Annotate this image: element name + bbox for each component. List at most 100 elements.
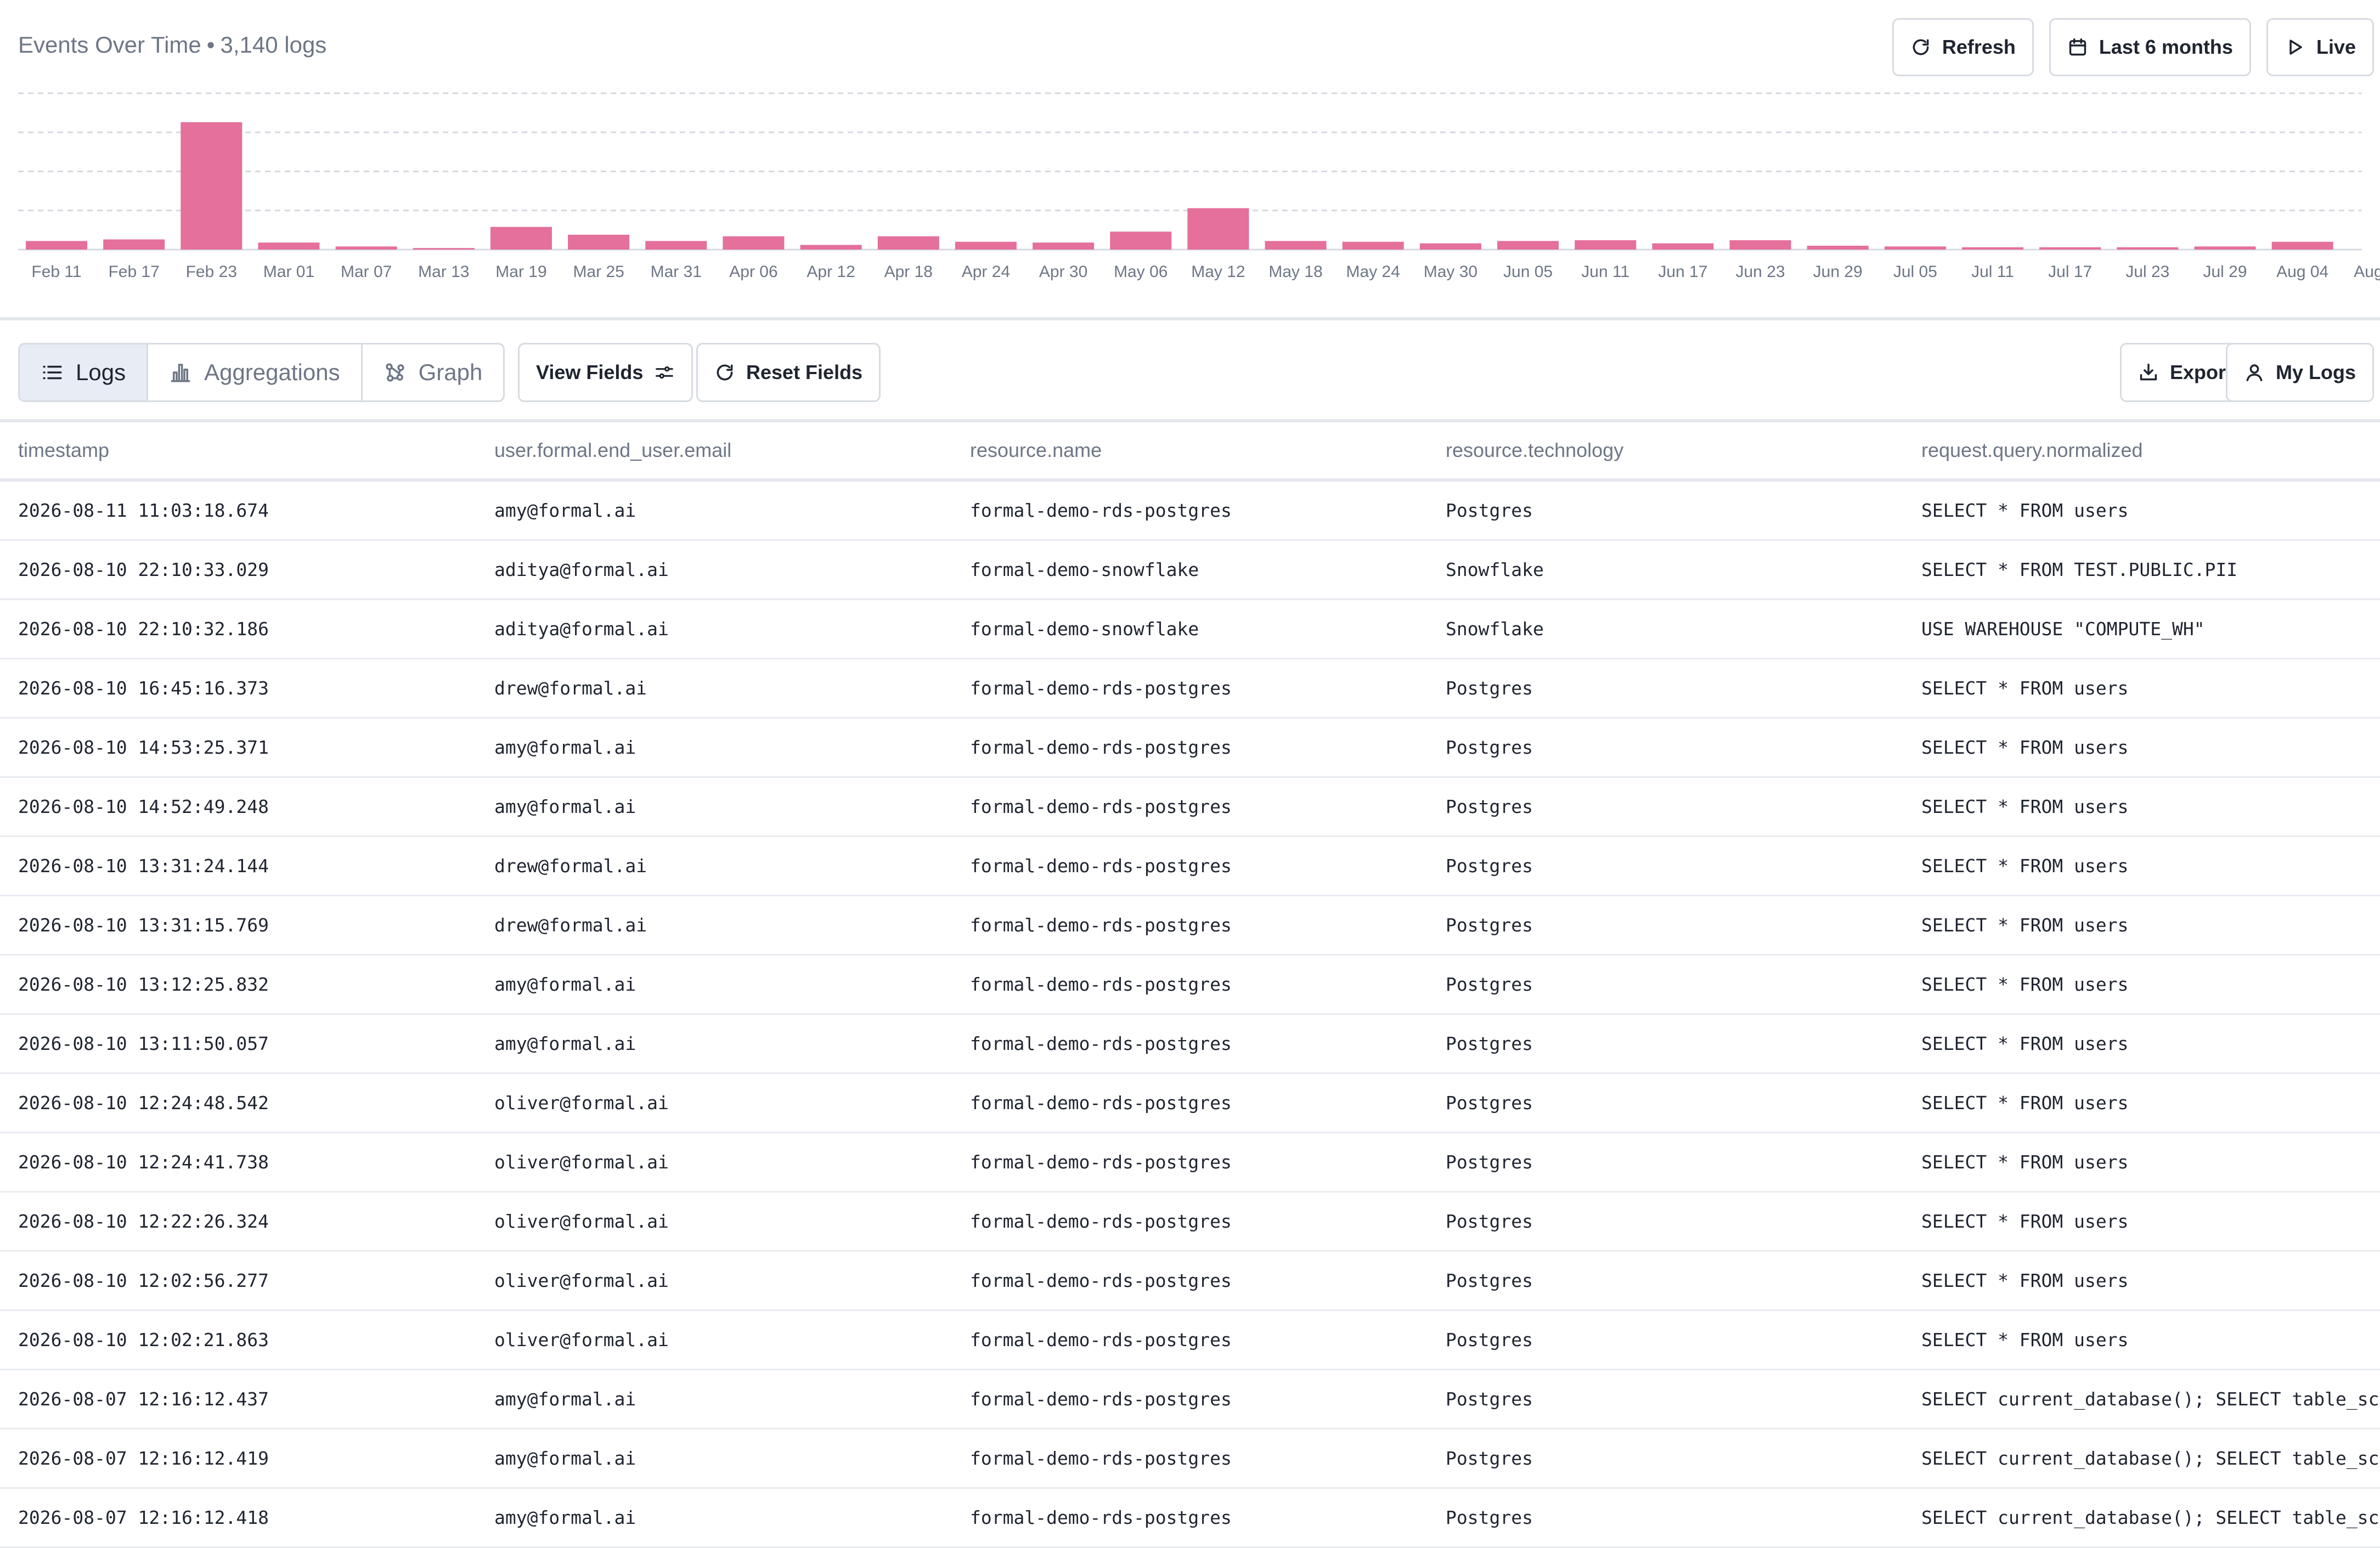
column-header-resource-technology[interactable]: resource.technology: [1427, 439, 1903, 462]
query-cell: SELECT current_database(); SELECT table_…: [1921, 1388, 2379, 1410]
technology-cell: Postgres: [1446, 677, 1533, 699]
tab-graph[interactable]: Graph: [363, 344, 504, 400]
table-row[interactable]: 2026-08-10 13:11:50.057 amy@formal.ai form…: [0, 1015, 2380, 1074]
email-cell: drew@formal.ai: [494, 914, 647, 936]
table-row[interactable]: 2026-08-10 12:24:41.738 oliver@formal.ai f…: [0, 1133, 2380, 1193]
tab-logs[interactable]: Logs: [20, 344, 149, 400]
technology-cell: Postgres: [1446, 1033, 1533, 1054]
table-row[interactable]: 2026-08-10 13:12:25.832 amy@formal.ai form…: [0, 956, 2380, 1015]
chart-bar[interactable]: [1033, 242, 1095, 250]
chart-bar[interactable]: [413, 248, 475, 250]
chart-bar[interactable]: [955, 241, 1017, 250]
email-cell: amy@formal.ai: [494, 1033, 636, 1054]
query-cell: SELECT * FROM users: [1921, 500, 2129, 521]
export-label: Export: [2169, 361, 2232, 383]
table-row[interactable]: 2026-08-10 22:10:32.186 aditya@formal.ai f…: [0, 600, 2380, 659]
timestamp-cell: 2026-08-10 22:10:32.186: [18, 618, 269, 640]
query-cell: SELECT * FROM users: [1921, 1270, 2129, 1291]
technology-cell: Snowflake: [1446, 618, 1544, 640]
chart-bar[interactable]: [1884, 246, 1946, 250]
chart-bar[interactable]: [1187, 208, 1249, 250]
chart-bar[interactable]: [1807, 245, 1869, 250]
table-row[interactable]: 2026-08-10 13:31:24.144 drew@formal.ai for…: [0, 837, 2380, 896]
chart-bar[interactable]: [723, 236, 785, 250]
my-logs-button[interactable]: My Logs: [2225, 343, 2374, 402]
chart-bar[interactable]: [258, 242, 320, 250]
x-tick-label: Mar 19: [495, 263, 546, 281]
timestamp-cell: 2026-08-10 12:24:41.738: [18, 1151, 269, 1173]
events-bar-chart: Feb 11 Feb 17 Feb 23 Mar 01 Mar 07 Mar 13 Mar …: [18, 92, 2380, 281]
chart-bar[interactable]: [26, 241, 87, 250]
resource-name-cell: formal-demo-rds-postgres: [970, 1092, 1232, 1114]
x-tick-label: Apr 30: [1039, 263, 1087, 281]
chart-bar[interactable]: [1419, 243, 1481, 250]
chart-bar[interactable]: [181, 122, 242, 250]
column-header-resource-name[interactable]: resource.name: [951, 439, 1427, 462]
chart-bar[interactable]: [1497, 241, 1559, 250]
table-row[interactable]: 2026-08-10 13:31:15.769 drew@formal.ai for…: [0, 896, 2380, 956]
email-cell: oliver@formal.ai: [494, 1211, 669, 1232]
chart-bar[interactable]: [2117, 247, 2179, 250]
list-icon: [43, 365, 62, 380]
resource-name-cell: formal-demo-rds-postgres: [970, 737, 1232, 758]
timestamp-cell: 2026-08-07 12:16:12.437: [18, 1388, 269, 1410]
reset-fields-button[interactable]: Reset Fields: [696, 343, 881, 402]
chart-bar[interactable]: [1110, 231, 1172, 250]
technology-cell: Postgres: [1446, 974, 1533, 995]
chart-bar[interactable]: [568, 234, 630, 250]
chart-bar[interactable]: [1962, 247, 2024, 250]
x-tick-label: Jul 05: [1893, 263, 1937, 281]
x-tick-label: Mar 31: [651, 263, 702, 281]
chart-bar[interactable]: [1342, 241, 1404, 250]
table-row[interactable]: 2026-08-10 12:02:56.277 oliver@formal.ai f…: [0, 1252, 2380, 1311]
tab-aggregations[interactable]: Aggregations: [148, 344, 363, 400]
table-row[interactable]: 2026-08-10 12:02:21.863 oliver@formal.ai f…: [0, 1311, 2380, 1370]
x-tick-label: Feb 17: [108, 263, 159, 281]
tab-graph-label: Graph: [418, 359, 483, 385]
query-cell: SELECT current_database(); SELECT table_…: [1921, 1507, 2379, 1528]
chart-bar[interactable]: [1265, 241, 1327, 250]
table-row[interactable]: 2026-08-07 12:16:12.419 amy@formal.ai form…: [0, 1430, 2380, 1489]
chart-bar[interactable]: [490, 227, 552, 250]
column-header-timestamp[interactable]: timestamp: [0, 439, 476, 462]
view-fields-button[interactable]: View Fields: [518, 343, 693, 402]
timestamp-cell: 2026-08-10 16:45:16.373: [18, 677, 269, 699]
chart-bar[interactable]: [2039, 247, 2101, 250]
my-logs-label: My Logs: [2275, 361, 2356, 383]
column-header-query[interactable]: request.query.normalized: [1903, 439, 2380, 462]
live-button[interactable]: Live: [2266, 18, 2374, 76]
table-row[interactable]: 2026-08-10 14:53:25.371 amy@formal.ai form…: [0, 719, 2380, 778]
table-row[interactable]: 2026-08-10 22:10:33.029 aditya@formal.ai f…: [0, 541, 2380, 600]
x-tick-label: Mar 07: [341, 263, 392, 281]
time-range-button[interactable]: Last 6 months: [2049, 18, 2251, 76]
table-row[interactable]: 2026-08-10 12:22:26.324 oliver@formal.ai f…: [0, 1193, 2380, 1252]
query-cell: SELECT * FROM users: [1921, 1151, 2129, 1173]
chart-bar[interactable]: [2194, 246, 2256, 250]
chart-bar[interactable]: [1652, 243, 1714, 250]
query-cell: SELECT * FROM users: [1921, 1092, 2129, 1114]
chart-bar[interactable]: [1575, 240, 1637, 250]
table-row[interactable]: 2026-08-10 16:45:16.373 drew@formal.ai for…: [0, 659, 2380, 719]
chart-bar[interactable]: [2271, 241, 2333, 250]
refresh-button[interactable]: Refresh: [1892, 18, 2034, 76]
x-tick-label: Jul 11: [1971, 263, 2014, 281]
x-tick-label: Jun 11: [1581, 263, 1629, 281]
chart-bar[interactable]: [645, 241, 707, 250]
query-cell: SELECT * FROM users: [1921, 855, 2129, 877]
chart-bar[interactable]: [335, 246, 397, 250]
chart-bar[interactable]: [1729, 240, 1791, 250]
column-header-email[interactable]: user.formal.end_user.email: [476, 439, 951, 462]
chart-bar[interactable]: [877, 236, 939, 250]
chart-bar[interactable]: [800, 245, 862, 250]
technology-cell: Postgres: [1446, 1270, 1533, 1291]
table-row[interactable]: 2026-08-10 14:52:49.248 amy@formal.ai form…: [0, 778, 2380, 837]
table-row[interactable]: 2026-08-10 12:24:48.542 oliver@formal.ai f…: [0, 1074, 2380, 1133]
table-row[interactable]: 2026-08-07 12:16:12.418 amy@formal.ai form…: [0, 1489, 2380, 1548]
table-row[interactable]: 2026-08-11 11:03:18.674 amy@formal.ai form…: [0, 482, 2380, 541]
table-row[interactable]: 2026-08-07 12:16:12.437 amy@formal.ai form…: [0, 1370, 2380, 1430]
chart-bar[interactable]: [103, 239, 165, 250]
x-tick-label: Mar 13: [418, 263, 469, 281]
graph-icon: [385, 363, 404, 382]
bar-chart-icon: [171, 364, 190, 382]
timestamp-cell: 2026-08-10 13:11:50.057: [18, 1033, 269, 1054]
